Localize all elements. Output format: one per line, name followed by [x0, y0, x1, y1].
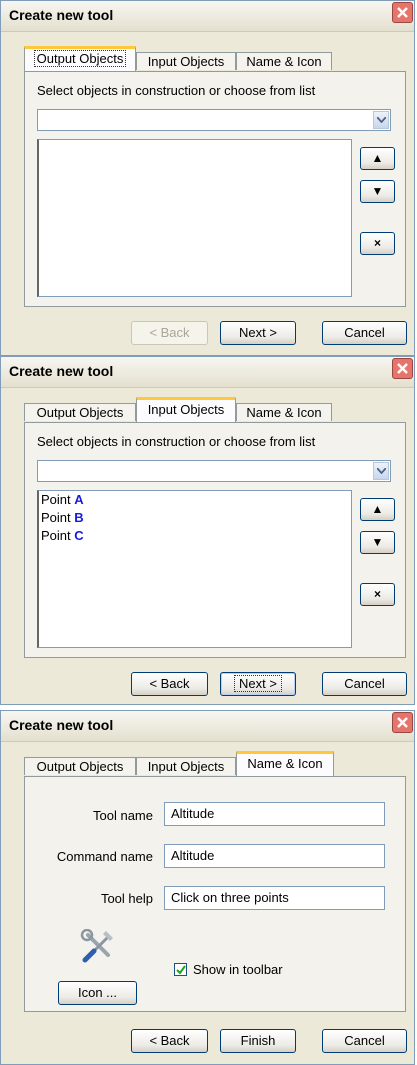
tab-label: Output Objects — [33, 50, 127, 67]
command-name-input[interactable]: Altitude — [164, 844, 385, 868]
next-label: Next > — [234, 675, 282, 692]
command-name-label: Command name — [56, 849, 153, 864]
tab-name-icon[interactable]: Name & Icon — [236, 403, 332, 421]
back-button[interactable]: < Back — [131, 321, 208, 345]
checkmark-icon — [176, 965, 186, 975]
item-type: Point — [41, 528, 71, 543]
close-button[interactable] — [392, 2, 413, 23]
object-combo[interactable] — [37, 109, 391, 131]
title-bar: Create new tool — [1, 1, 414, 32]
item-name: A — [74, 492, 84, 507]
close-icon — [397, 7, 408, 18]
next-button[interactable]: Next > — [220, 672, 296, 696]
next-button[interactable]: Next > — [220, 321, 296, 345]
item-type: Point — [41, 510, 71, 525]
back-button[interactable]: < Back — [131, 1029, 208, 1053]
tab-name-icon[interactable]: Name & Icon — [236, 52, 332, 70]
title-bar: Create new tool — [1, 711, 414, 742]
tab-input-objects[interactable]: Input Objects — [136, 757, 236, 775]
selection-hint: Select objects in construction or choose… — [37, 83, 316, 98]
move-up-button[interactable]: ▲ — [360, 498, 395, 521]
show-in-toolbar-checkbox[interactable] — [174, 963, 187, 976]
cancel-button[interactable]: Cancel — [322, 1029, 407, 1053]
remove-button[interactable]: × — [360, 583, 395, 606]
combo-dropdown-button[interactable] — [373, 462, 389, 480]
dialog-title: Create new tool — [9, 363, 114, 379]
input-objects-list[interactable]: Point A Point B Point C — [37, 490, 352, 648]
output-panel: Select objects in construction or choose… — [24, 71, 406, 307]
tool-name-label: Tool name — [93, 808, 153, 823]
tab-label: Input Objects — [147, 402, 225, 417]
tool-help-input[interactable]: Click on three points — [164, 886, 385, 910]
finish-button[interactable]: Finish — [220, 1029, 296, 1053]
item-type: Point — [41, 492, 71, 507]
tool-name-input[interactable]: Altitude — [164, 802, 385, 826]
move-up-button[interactable]: ▲ — [360, 147, 395, 170]
tab-input-objects[interactable]: Input Objects — [136, 52, 236, 70]
wrench-screwdriver-icon — [80, 929, 113, 963]
tab-name-icon[interactable]: Name & Icon — [236, 751, 334, 776]
item-name: B — [74, 510, 84, 525]
tab-input-objects[interactable]: Input Objects — [136, 397, 236, 422]
tab-output-objects[interactable]: Output Objects — [24, 46, 136, 71]
cancel-button[interactable]: Cancel — [322, 672, 407, 696]
object-combo[interactable] — [37, 460, 391, 482]
input-panel: Select objects in construction or choose… — [24, 422, 406, 658]
tab-output-objects[interactable]: Output Objects — [24, 757, 136, 775]
item-name: C — [74, 528, 84, 543]
tab-output-objects[interactable]: Output Objects — [24, 403, 136, 421]
list-item[interactable]: Point C — [39, 527, 351, 545]
output-objects-list[interactable] — [37, 139, 352, 297]
selection-hint: Select objects in construction or choose… — [37, 434, 316, 449]
close-icon — [397, 717, 408, 728]
dialog-title: Create new tool — [9, 7, 114, 23]
chevron-down-icon — [377, 468, 386, 474]
icon-button[interactable]: Icon ... — [58, 981, 137, 1005]
move-down-button[interactable]: ▼ — [360, 531, 395, 554]
back-button[interactable]: < Back — [131, 672, 208, 696]
list-item[interactable]: Point B — [39, 509, 351, 527]
tool-help-label: Tool help — [100, 891, 153, 906]
close-button[interactable] — [392, 712, 413, 733]
close-icon — [397, 363, 408, 374]
combo-dropdown-button[interactable] — [373, 111, 389, 129]
cancel-button[interactable]: Cancel — [322, 321, 407, 345]
dialog-title: Create new tool — [9, 717, 114, 733]
chevron-down-icon — [377, 117, 386, 123]
list-item[interactable]: Point A — [39, 491, 351, 509]
title-bar: Create new tool — [1, 357, 414, 388]
close-button[interactable] — [392, 358, 413, 379]
move-down-button[interactable]: ▼ — [360, 180, 395, 203]
remove-button[interactable]: × — [360, 232, 395, 255]
tab-label: Name & Icon — [247, 756, 323, 771]
show-in-toolbar-label: Show in toolbar — [193, 962, 283, 977]
